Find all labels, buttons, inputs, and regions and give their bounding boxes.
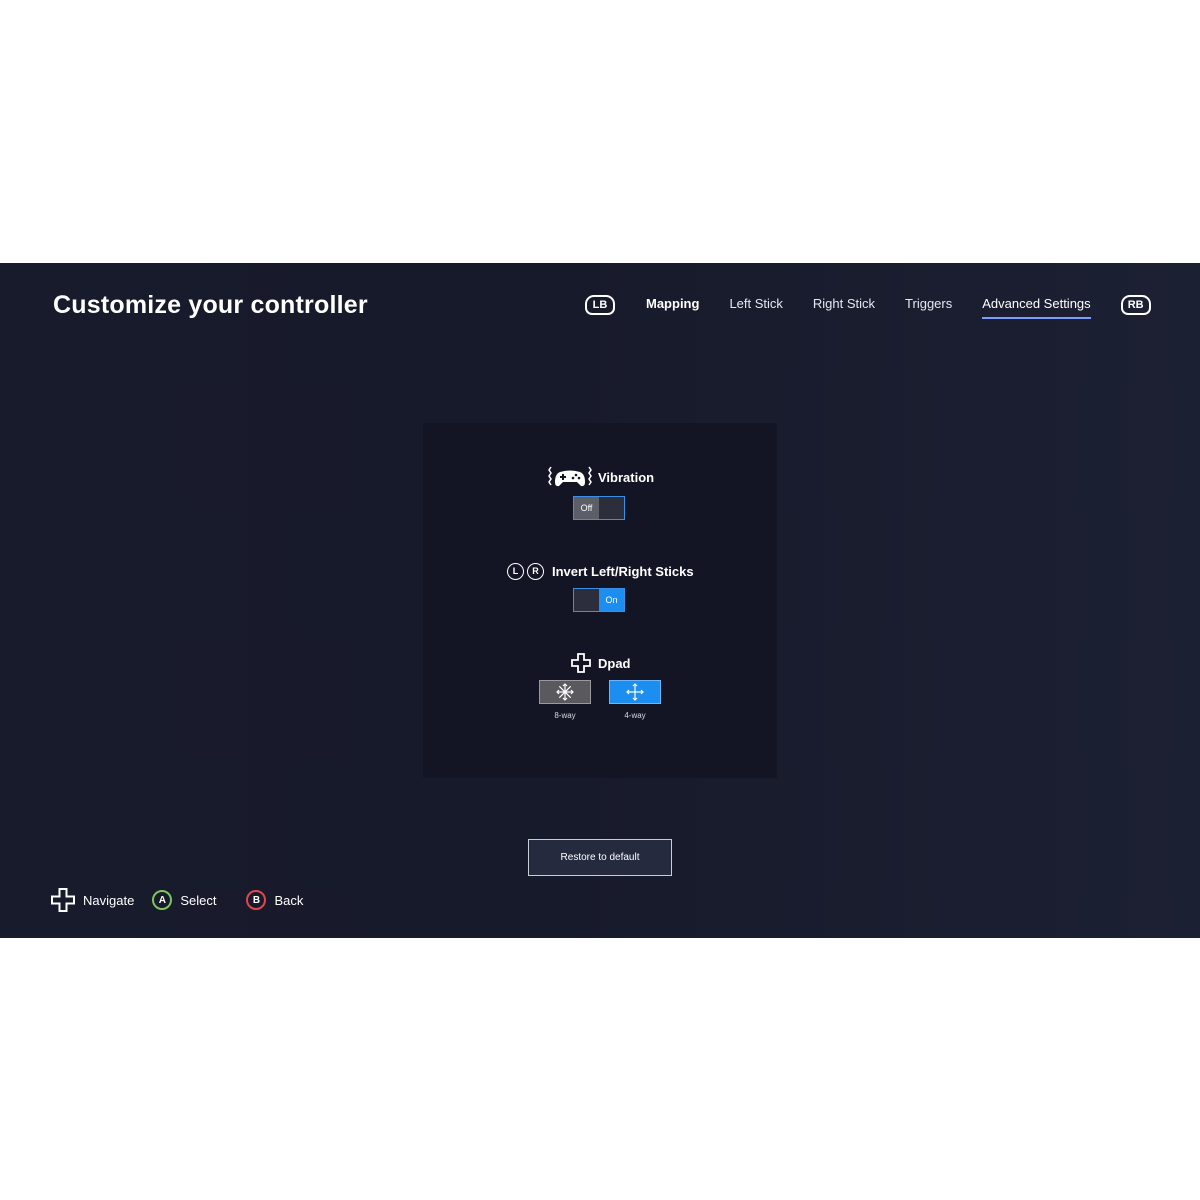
navigate-label: Navigate	[83, 892, 135, 908]
dpad-4-way-caption: 4-way	[624, 711, 646, 720]
dpad-8-way-caption: 8-way	[554, 711, 576, 720]
tab-right-stick[interactable]: Right Stick	[813, 292, 875, 319]
back-hint: B Back	[246, 890, 303, 910]
controller-vibration-icon	[548, 465, 592, 489]
controller-settings-screen: Customize your controller LB Mapping Lef…	[0, 263, 1200, 938]
tab-triggers[interactable]: Triggers	[905, 292, 952, 319]
eight-way-arrows-icon	[555, 682, 575, 702]
vibration-label: Vibration	[598, 469, 655, 485]
tab-left-stick[interactable]: Left Stick	[729, 292, 782, 319]
rb-bumper-icon[interactable]: RB	[1120, 295, 1151, 315]
invert-sticks-setting-label: L R Invert Left/Right Sticks	[507, 561, 694, 581]
invert-sticks-toggle-on: On	[599, 589, 624, 611]
vibration-setting-label: Vibration	[548, 465, 654, 489]
invert-sticks-toggle[interactable]: On	[573, 588, 625, 612]
lb-bumper-icon[interactable]: LB	[585, 295, 615, 315]
four-way-arrows-icon	[625, 682, 645, 702]
dpad-label: Dpad	[598, 655, 631, 671]
select-label: Select	[180, 892, 217, 908]
tab-advanced-settings[interactable]: Advanced Settings	[982, 292, 1091, 319]
dpad-navigate-icon	[51, 888, 75, 912]
a-button-icon: A	[152, 890, 173, 910]
vibration-toggle-on	[599, 497, 624, 519]
right-stick-icon: R	[527, 562, 544, 580]
dpad-4-way-option[interactable]	[609, 680, 661, 704]
left-stick-icon: L	[507, 562, 524, 580]
tab-bar: LB Mapping Left Stick Right Stick Trigge…	[585, 290, 1151, 320]
settings-panel: Vibration Off L R Invert Left/Right Stic…	[423, 423, 777, 778]
select-hint: A Select	[152, 890, 216, 910]
page-title: Customize your controller	[53, 291, 368, 319]
dpad-setting-label: Dpad	[571, 653, 631, 673]
dpad-icon	[571, 653, 591, 673]
b-button-icon: B	[246, 890, 267, 910]
restore-to-default-button[interactable]: Restore to default	[528, 839, 672, 876]
back-label: Back	[274, 892, 304, 908]
invert-sticks-label: Invert Left/Right Sticks	[552, 563, 694, 579]
dpad-8-way-option[interactable]	[539, 680, 591, 704]
vibration-toggle-off: Off	[574, 497, 599, 519]
vibration-toggle[interactable]: Off	[573, 496, 625, 520]
footer-hints: Navigate A Select B Back	[51, 888, 321, 912]
tab-mapping[interactable]: Mapping	[646, 292, 699, 319]
navigate-hint: Navigate	[51, 888, 134, 912]
invert-sticks-toggle-off	[574, 589, 599, 611]
